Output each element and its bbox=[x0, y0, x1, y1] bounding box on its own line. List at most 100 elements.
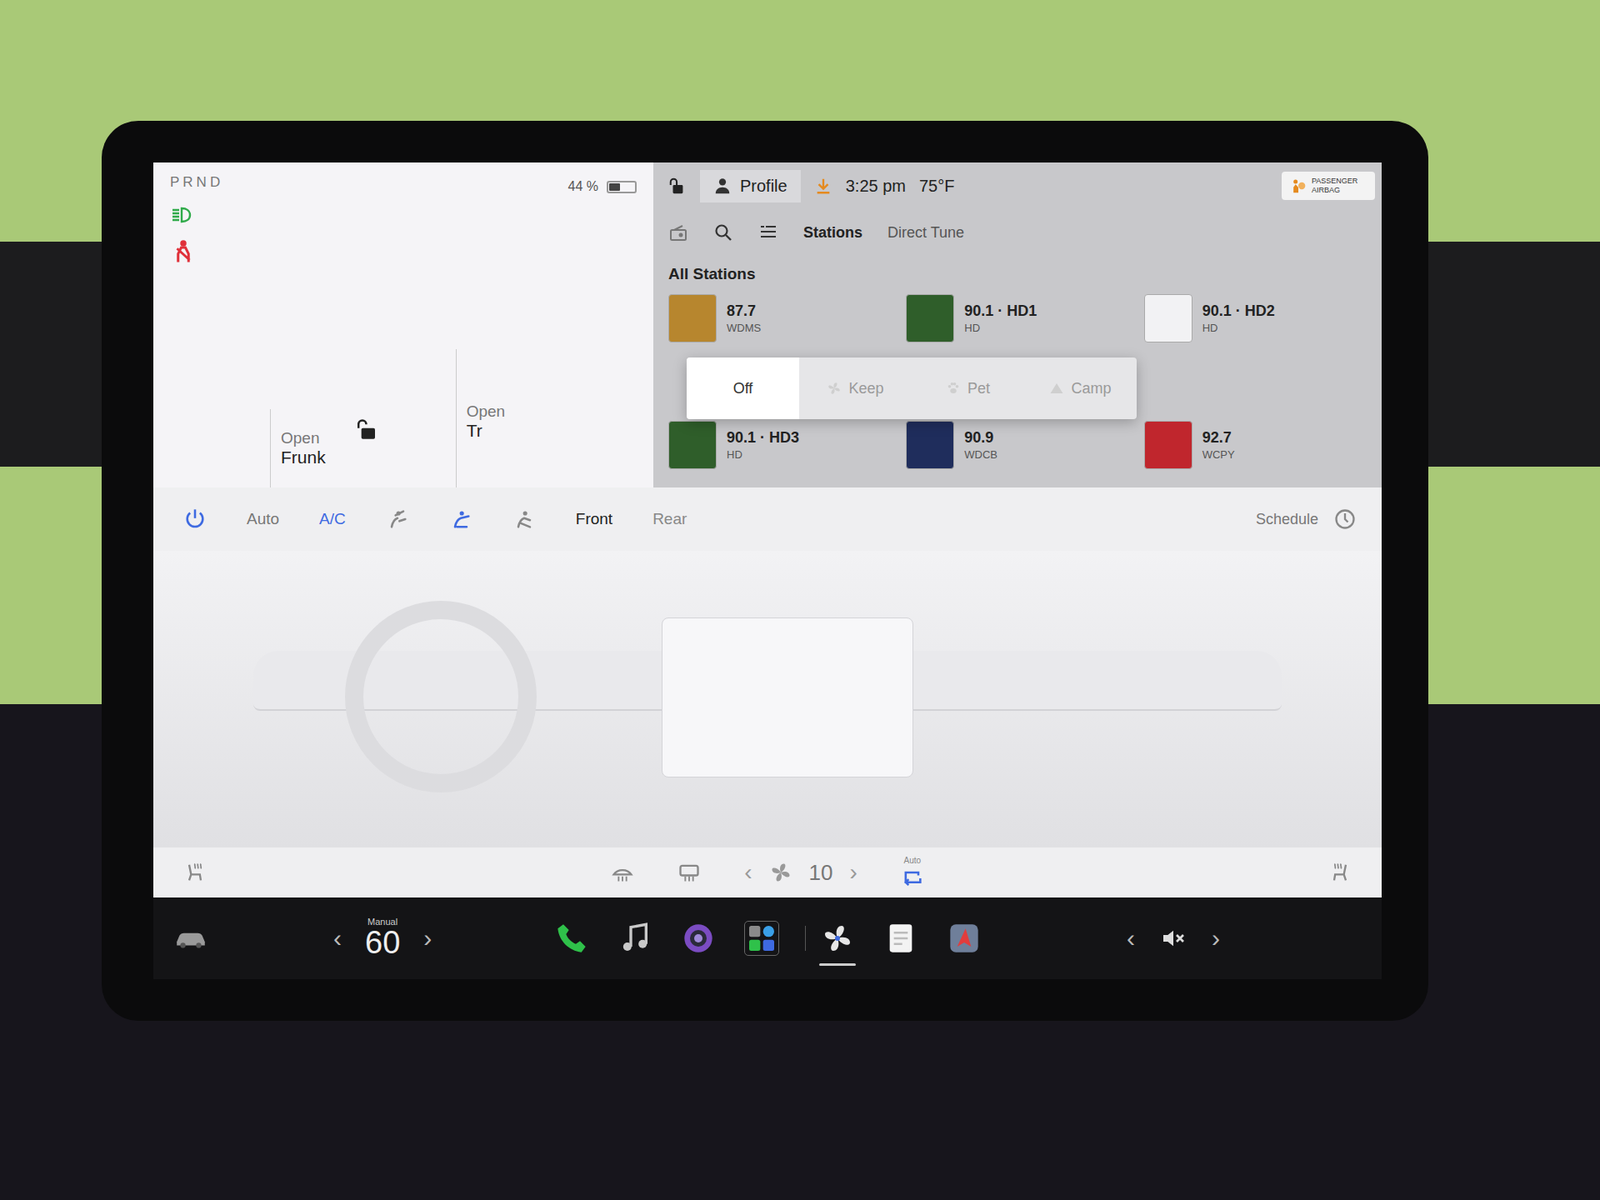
keep-climate-option[interactable]: Camp bbox=[1024, 357, 1137, 420]
active-app-indicator bbox=[819, 963, 856, 966]
door-lock-icon[interactable] bbox=[357, 417, 381, 441]
search-icon[interactable] bbox=[713, 222, 734, 243]
car-icon[interactable] bbox=[173, 927, 209, 950]
keep-climate-option[interactable]: Keep bbox=[799, 357, 912, 420]
temperature-down-button[interactable]: ‹ bbox=[333, 925, 342, 951]
station-logo bbox=[668, 294, 717, 343]
station-logo bbox=[1144, 294, 1193, 343]
headlight-icon bbox=[170, 202, 197, 228]
volume-up-button[interactable]: › bbox=[1211, 925, 1220, 951]
climate-fan-icon bbox=[820, 921, 855, 955]
touchscreen: PRND 44 % OpenFrunk OpenTr Profile 3:25 pm 75°… bbox=[153, 162, 1382, 980]
volume-control: ‹› bbox=[984, 925, 1363, 952]
person-icon bbox=[713, 176, 732, 195]
dock-app[interactable] bbox=[551, 909, 592, 968]
temperature-up-button[interactable]: › bbox=[423, 925, 432, 951]
dock-app[interactable] bbox=[944, 909, 985, 968]
steering-wheel-shape bbox=[345, 600, 537, 793]
station-item[interactable]: 90.1 · HD1HD bbox=[905, 292, 1144, 345]
fan-speed-control[interactable]: ‹ 10 › bbox=[744, 860, 858, 886]
zone-tab[interactable]: Rear bbox=[652, 510, 687, 529]
passenger-seat-heater-icon[interactable] bbox=[1328, 860, 1352, 885]
media-tab[interactable]: Direct Tune bbox=[887, 224, 965, 242]
open-trunk-button[interactable]: OpenTr bbox=[455, 349, 520, 488]
dock-app[interactable] bbox=[615, 909, 655, 968]
gear-indicator: PRND bbox=[170, 174, 224, 191]
cabin-temperature-control: ‹Manual60› bbox=[333, 916, 432, 960]
climate-panel: Auto A/C Front Rear Schedule ‹ 10 › Auto bbox=[153, 487, 1382, 898]
media-tab[interactable]: Stations bbox=[803, 224, 863, 242]
station-logo bbox=[668, 420, 717, 470]
seatbelt-warning-icon bbox=[170, 239, 197, 265]
fan-decrease-button[interactable]: ‹ bbox=[744, 860, 752, 885]
app-grid-icon bbox=[744, 920, 780, 956]
app-launcher bbox=[551, 909, 985, 968]
dock-app[interactable] bbox=[817, 909, 858, 968]
keep-climate-menu: OffKeepPetCamp bbox=[686, 357, 1137, 420]
open-frunk-button[interactable]: OpenFrunk bbox=[270, 409, 341, 488]
station-logo bbox=[1144, 420, 1193, 470]
recirculation-button[interactable]: Auto bbox=[900, 855, 925, 890]
ac-button[interactable]: A/C bbox=[319, 510, 346, 529]
volume-down-button[interactable]: ‹ bbox=[1126, 925, 1135, 951]
airflow-icon[interactable] bbox=[449, 507, 473, 531]
music-note-icon bbox=[618, 921, 652, 955]
dock-app[interactable] bbox=[678, 909, 719, 968]
station-item[interactable]: 90.1 · HD2HD bbox=[1144, 292, 1382, 345]
cabin-render bbox=[153, 550, 1382, 848]
front-defrost-icon[interactable] bbox=[610, 860, 635, 885]
clock-icon[interactable] bbox=[1333, 507, 1357, 531]
radio-icon[interactable] bbox=[668, 222, 689, 243]
camera-icon bbox=[681, 921, 715, 955]
dock: ‹Manual60›‹› bbox=[153, 897, 1382, 980]
car-panel: PRND 44 % OpenFrunk OpenTr bbox=[153, 162, 654, 488]
rear-defrost-icon[interactable] bbox=[677, 860, 701, 885]
paw-icon bbox=[945, 380, 961, 396]
status-bar: Profile 3:25 pm 75°F PASSENGER AIRBAG bbox=[668, 162, 1382, 210]
clock: 3:25 pm bbox=[845, 176, 906, 196]
airflow-icon[interactable] bbox=[512, 507, 536, 531]
fan-increase-button[interactable]: › bbox=[849, 860, 857, 885]
outside-temperature: 75°F bbox=[919, 176, 955, 196]
schedule-button[interactable]: Schedule bbox=[1255, 510, 1319, 529]
station-item[interactable]: 90.1 · HD3HD bbox=[668, 419, 906, 471]
speaker-icon[interactable] bbox=[1160, 925, 1187, 952]
driver-seat-heater-icon[interactable] bbox=[183, 860, 207, 885]
station-logo bbox=[905, 294, 955, 343]
climate-toolbar: Auto A/C Front Rear Schedule bbox=[153, 487, 1382, 551]
unlocked-icon[interactable] bbox=[668, 176, 687, 195]
download-icon[interactable] bbox=[814, 176, 833, 195]
notes-icon bbox=[884, 921, 918, 955]
auto-button[interactable]: Auto bbox=[246, 510, 280, 529]
fan-icon bbox=[826, 380, 842, 396]
media-panel: Profile 3:25 pm 75°F PASSENGER AIRBAG Statio… bbox=[653, 162, 1382, 488]
station-item[interactable]: 87.7WDMS bbox=[668, 292, 906, 345]
battery-icon bbox=[606, 180, 637, 194]
fan-icon bbox=[769, 860, 793, 885]
stations-heading: All Stations bbox=[668, 255, 1382, 293]
keep-climate-option[interactable]: Off bbox=[686, 357, 800, 420]
center-screen-shape bbox=[661, 617, 914, 778]
fan-speed: 10 bbox=[809, 860, 834, 886]
profile-button[interactable]: Profile bbox=[700, 170, 801, 203]
station-item[interactable]: 92.7WCPY bbox=[1144, 419, 1382, 471]
battery-indicator: 44 % bbox=[568, 174, 637, 200]
media-toolbar: Stations Direct Tune bbox=[668, 209, 1382, 256]
keep-climate-option[interactable]: Pet bbox=[911, 357, 1025, 420]
dock-app[interactable] bbox=[880, 909, 921, 968]
zone-tab[interactable]: Front bbox=[575, 510, 613, 529]
station-item[interactable]: 90.9WDCB bbox=[905, 419, 1144, 471]
tent-icon bbox=[1049, 380, 1065, 396]
passenger-airbag-badge: PASSENGER AIRBAG bbox=[1281, 171, 1375, 200]
display-bezel: PRND 44 % OpenFrunk OpenTr Profile 3:25 pm 75°… bbox=[101, 120, 1429, 1021]
airflow-icon[interactable] bbox=[385, 507, 410, 531]
dock-separator bbox=[805, 925, 806, 951]
queue-list-icon[interactable] bbox=[758, 222, 779, 243]
airbag-icon bbox=[1290, 177, 1307, 195]
page: PRND 44 % OpenFrunk OpenTr Profile 3:25 pm 75°… bbox=[0, 0, 1600, 1200]
power-icon[interactable] bbox=[183, 507, 207, 531]
station-logo bbox=[905, 420, 955, 470]
phone-icon bbox=[555, 921, 589, 955]
recirculate-icon bbox=[900, 866, 925, 890]
dock-app[interactable] bbox=[741, 909, 782, 968]
